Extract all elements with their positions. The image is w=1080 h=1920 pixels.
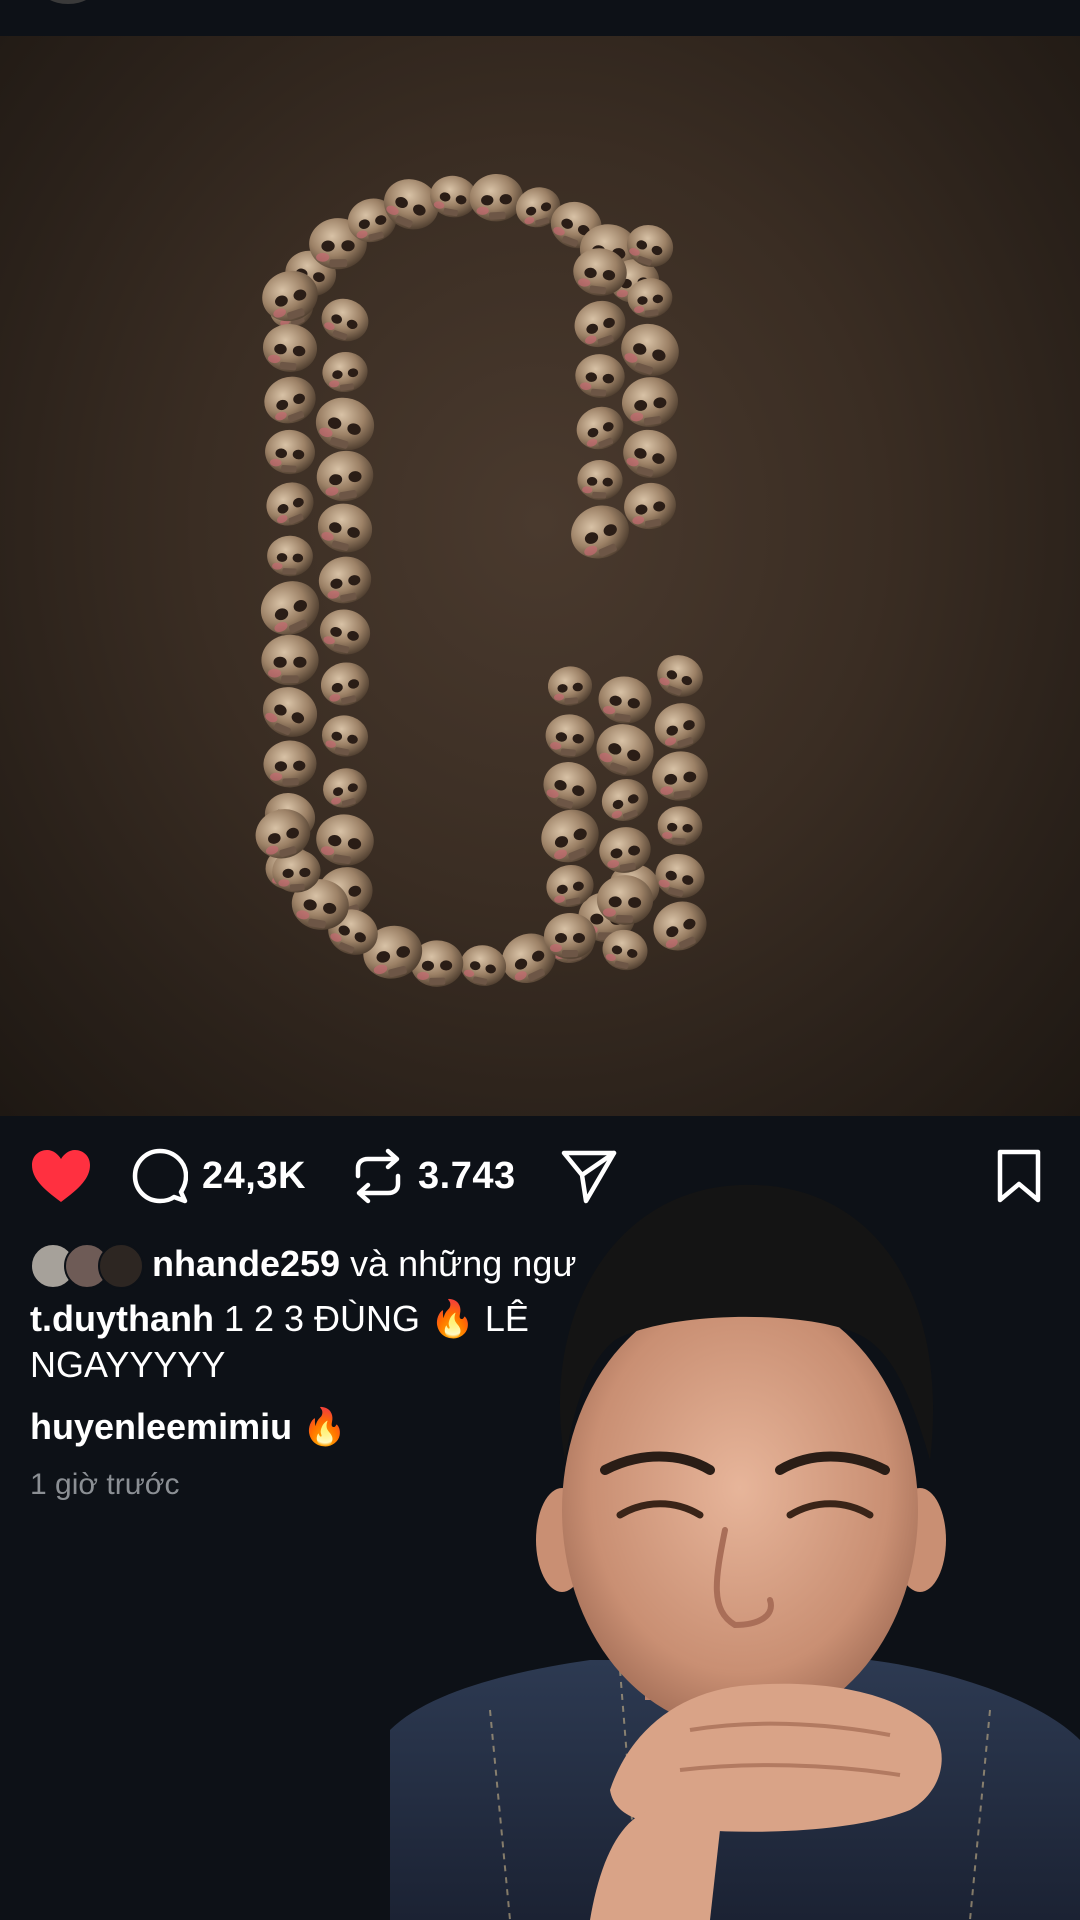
skull-figure bbox=[595, 673, 655, 727]
skull-figure bbox=[320, 349, 370, 395]
skull-figure bbox=[254, 678, 326, 746]
comment-username[interactable]: huyenleemimiu bbox=[30, 1406, 292, 1447]
skull-figure bbox=[318, 711, 372, 761]
liker-avatars bbox=[30, 1241, 144, 1289]
skull-figure bbox=[595, 772, 655, 828]
skull-figure bbox=[468, 172, 525, 223]
skull-figure bbox=[312, 497, 378, 559]
top-bar bbox=[0, 0, 1080, 36]
post-image[interactable] bbox=[0, 36, 1080, 1116]
streamer-webcam-overlay bbox=[390, 1170, 1080, 1920]
skull-figure bbox=[618, 373, 682, 431]
like-button[interactable] bbox=[30, 1148, 92, 1204]
skull-figure bbox=[649, 748, 711, 804]
skull-figure bbox=[315, 604, 375, 660]
skull-figure bbox=[318, 763, 372, 813]
streamer-figure bbox=[390, 1184, 1080, 1920]
skull-figure bbox=[316, 657, 374, 711]
skull-figure bbox=[266, 534, 314, 578]
skull-figure bbox=[573, 352, 627, 400]
caption-continuation: NGAYYYYY bbox=[30, 1344, 226, 1385]
skull-figure bbox=[313, 446, 377, 506]
skull-figure bbox=[656, 804, 704, 848]
caption-username[interactable]: t.duythanh bbox=[30, 1298, 214, 1339]
skull-figure bbox=[650, 848, 710, 904]
comment-count: 24,3K bbox=[202, 1154, 306, 1197]
skull-figure bbox=[312, 810, 378, 870]
skull-figure bbox=[252, 571, 328, 645]
skull-figure bbox=[570, 399, 630, 457]
skull-figure bbox=[543, 711, 597, 761]
liker-avatar bbox=[98, 1243, 144, 1289]
skull-figure bbox=[257, 369, 323, 431]
skull-figure bbox=[263, 428, 317, 476]
skull-figure bbox=[533, 801, 607, 871]
fire-emoji: 🔥 bbox=[302, 1406, 347, 1447]
skull-figure bbox=[617, 423, 683, 485]
threads-post-screen: 24,3K 3.743 nhande259 và những ngư t.duy… bbox=[0, 0, 1080, 1920]
skull-figure bbox=[315, 292, 375, 348]
heart-icon bbox=[30, 1148, 92, 1204]
author-avatar[interactable] bbox=[40, 0, 96, 4]
skull-figure bbox=[589, 716, 661, 784]
liker-username[interactable]: nhande259 bbox=[152, 1243, 340, 1284]
skull-figure bbox=[537, 755, 603, 817]
skull-figure bbox=[259, 475, 321, 533]
skull-figure bbox=[576, 458, 624, 502]
skull-figure bbox=[261, 634, 319, 686]
comment-icon bbox=[132, 1148, 188, 1204]
skull-figure bbox=[645, 893, 715, 959]
comment-button[interactable]: 24,3K bbox=[132, 1148, 306, 1204]
skull-figure bbox=[614, 316, 686, 384]
skull-figure bbox=[309, 390, 381, 458]
skull-figure bbox=[546, 664, 594, 708]
skull-figure bbox=[651, 648, 709, 704]
skull-figure bbox=[260, 321, 320, 375]
skull-figure bbox=[456, 941, 510, 991]
skull-figure bbox=[262, 739, 318, 789]
skull-figure bbox=[544, 913, 596, 959]
skull-figure bbox=[648, 696, 712, 756]
skull-figure bbox=[314, 552, 376, 608]
skull-figure bbox=[620, 478, 680, 534]
skull-letter-artwork bbox=[249, 170, 715, 992]
